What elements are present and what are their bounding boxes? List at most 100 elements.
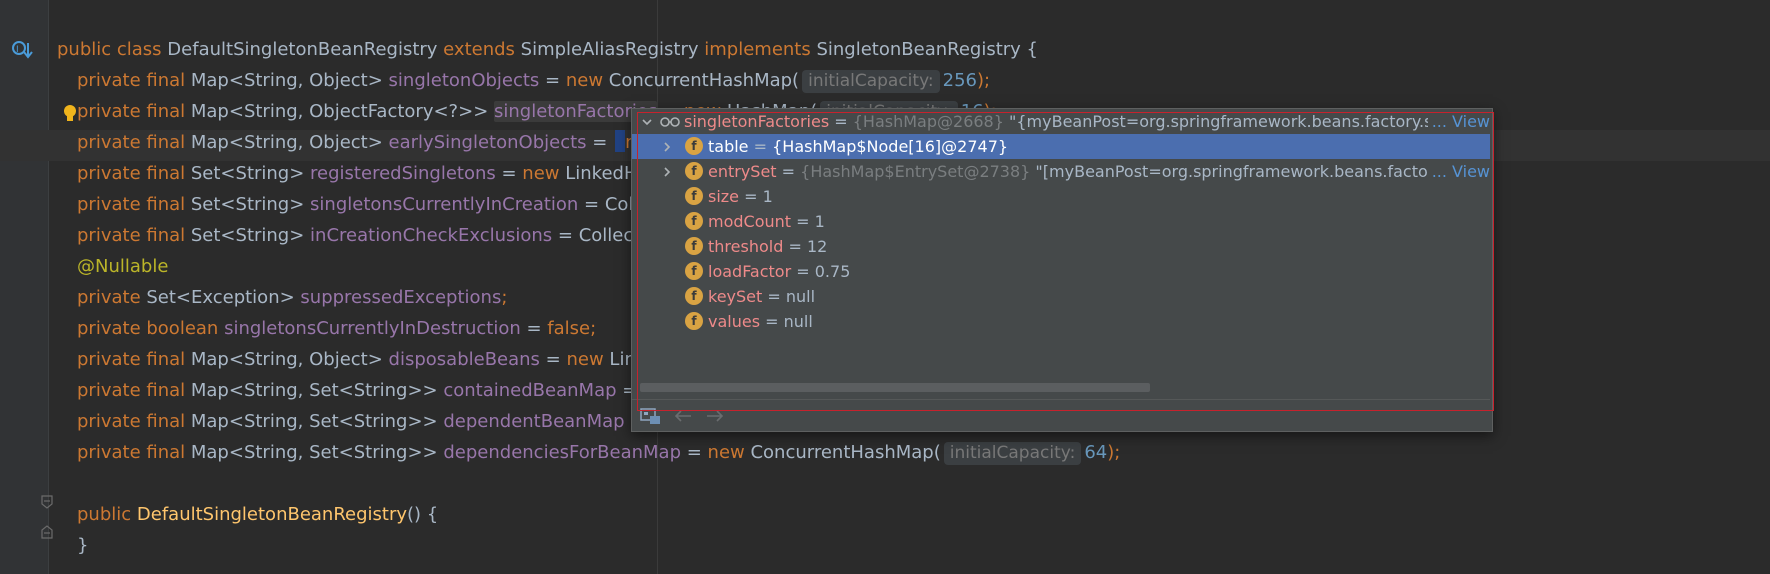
variable-value: "{myBeanPost=org.springframework.beans.f… <box>1003 112 1490 131</box>
code-token: earlySingletonObjects <box>388 132 587 153</box>
code-token: false <box>547 318 591 339</box>
view-link[interactable]: ... View <box>1427 159 1490 184</box>
code-token: = <box>681 442 708 463</box>
code-token: Map<String, Set<String>> <box>190 442 444 463</box>
variable-name: values <box>708 312 761 331</box>
tree-field-row[interactable]: f threshold = 12 <box>632 234 1490 259</box>
tree-field-row[interactable]: f modCount = 1 <box>632 209 1490 234</box>
code-token: = <box>495 163 523 184</box>
code-token: Set<String> <box>190 163 311 184</box>
watch-glasses-icon <box>660 117 680 127</box>
code-line[interactable]: private final Set<String> singletonsCurr… <box>77 189 703 220</box>
code-line[interactable]: } <box>77 530 88 561</box>
code-token: Map<String, Object> <box>190 70 389 91</box>
debug-value-popup[interactable]: singletonFactories = {HashMap@2668} "{my… <box>631 108 1493 432</box>
code-line[interactable]: public DefaultSingletonBeanRegistry() { <box>77 499 438 530</box>
code-line[interactable]: private boolean singletonsCurrentlyInDes… <box>77 313 596 344</box>
view-link[interactable]: ... View <box>1427 109 1490 134</box>
code-token: = <box>539 349 567 370</box>
field-icon: f <box>685 237 703 255</box>
code-token: new <box>566 349 610 370</box>
object-id: {HashMap$EntrySet@2738} <box>800 162 1031 181</box>
code-token: new <box>522 163 566 184</box>
code-token: containedBeanMap <box>443 380 617 401</box>
code-token: = <box>586 132 614 153</box>
code-line[interactable]: public class DefaultSingletonBeanRegistr… <box>57 34 1038 65</box>
code-line[interactable]: private final Map<String, Object> single… <box>77 65 990 96</box>
tree-field-row[interactable]: f table = {HashMap$Node[16]@2747} <box>632 134 1490 159</box>
fold-start-icon[interactable] <box>40 494 54 510</box>
code-token: DefaultSingletonBeanRegistry <box>136 504 408 525</box>
code-token: ; <box>590 318 597 339</box>
code-token: dependenciesForBeanMap <box>443 442 681 463</box>
code-token: = <box>520 318 548 339</box>
svg-text:I: I <box>16 45 19 55</box>
code-token: public <box>77 504 137 525</box>
code-token: suppressedExceptions <box>300 287 502 308</box>
horizontal-scrollbar[interactable] <box>640 383 1150 392</box>
code-token: Map<String, Object> <box>190 349 389 370</box>
code-line[interactable]: private final Map<String, Set<String>> d… <box>77 406 694 437</box>
code-token: Set<String> <box>190 225 311 246</box>
equals-sign: = <box>776 162 801 181</box>
code-token: Map<String, Object> <box>190 132 389 153</box>
code-line[interactable]: private final Map<String, Set<String>> c… <box>77 375 686 406</box>
code-token: singletonObjects <box>388 70 540 91</box>
code-line[interactable]: private final Set<String> inCreationChec… <box>77 220 677 251</box>
code-token: private final <box>77 225 191 246</box>
code-token: inCreationCheckExclusions <box>310 225 553 246</box>
code-line[interactable]: private final Map<String, Set<String>> d… <box>77 437 1120 468</box>
code-token: private boolean <box>77 318 225 339</box>
variable-value: "[myBeanPost=org.springframework.beans.f… <box>1030 162 1490 181</box>
tree-field-row[interactable]: f size = 1 <box>632 184 1490 209</box>
code-token: 64 <box>1084 442 1108 463</box>
implements-gutter-icon[interactable]: I <box>10 38 34 62</box>
chevron-down-icon[interactable] <box>642 117 652 127</box>
variable-name: singletonFactories <box>684 112 830 131</box>
code-token: disposableBeans <box>388 349 540 370</box>
field-icon: f <box>685 212 703 230</box>
variable-name: entrySet <box>708 162 777 181</box>
code-token: singletonsCurrentlyInDestruction <box>224 318 521 339</box>
code-line[interactable]: private final Set<String> registeredSing… <box>77 158 706 189</box>
code-token: Map<String, Set<String>> <box>190 380 444 401</box>
fold-end-icon[interactable] <box>40 524 54 540</box>
code-token: private final <box>77 163 191 184</box>
object-id: {HashMap@2668} <box>852 112 1004 131</box>
text-caret <box>615 130 626 152</box>
tree-field-row[interactable]: f loadFactor = 0.75 <box>632 259 1490 284</box>
final-field-icon: f <box>685 262 703 280</box>
variable-value: 12 <box>806 237 828 256</box>
code-token: DefaultSingletonBeanRegistry <box>167 39 444 60</box>
chevron-right-icon[interactable] <box>662 167 672 177</box>
tree-field-row[interactable]: f keySet = null <box>632 284 1490 309</box>
code-token: extends <box>443 39 521 60</box>
code-token: private final <box>77 101 191 122</box>
code-token: SimpleAliasRegistry <box>520 39 705 60</box>
field-icon: f <box>685 162 703 180</box>
code-line[interactable]: private Set<Exception> suppressedExcepti… <box>77 282 507 313</box>
tree-field-row[interactable]: f values = null <box>632 309 1490 334</box>
object-inspector-icon[interactable] <box>640 406 662 426</box>
popup-toolbar <box>632 399 1490 432</box>
field-icon: f <box>685 287 703 305</box>
back-arrow-icon[interactable] <box>674 410 692 422</box>
equals-sign: = <box>783 237 807 256</box>
chevron-right-icon[interactable] <box>662 142 672 152</box>
code-line[interactable]: @Nullable <box>77 251 168 282</box>
variable-name: keySet <box>708 287 763 306</box>
code-token: ConcurrentHashMap( <box>608 70 800 91</box>
code-token: ); <box>1107 442 1121 463</box>
variable-name: modCount <box>708 212 792 231</box>
variable-name: table <box>708 137 749 156</box>
tree-field-row[interactable]: f entrySet = {HashMap$EntrySet@2738} "[my… <box>632 159 1490 184</box>
field-icon: f <box>685 137 703 155</box>
variable-value: 1 <box>762 187 773 206</box>
code-token: Set<Exception> <box>146 287 301 308</box>
tree-root-row[interactable]: singletonFactories = {HashMap@2668} "{my… <box>632 109 1490 134</box>
forward-arrow-icon[interactable] <box>706 410 724 422</box>
variable-name: size <box>708 187 740 206</box>
lightbulb-icon[interactable] <box>63 104 77 124</box>
editor-gutter <box>0 0 48 574</box>
gutter-separator <box>48 0 49 574</box>
